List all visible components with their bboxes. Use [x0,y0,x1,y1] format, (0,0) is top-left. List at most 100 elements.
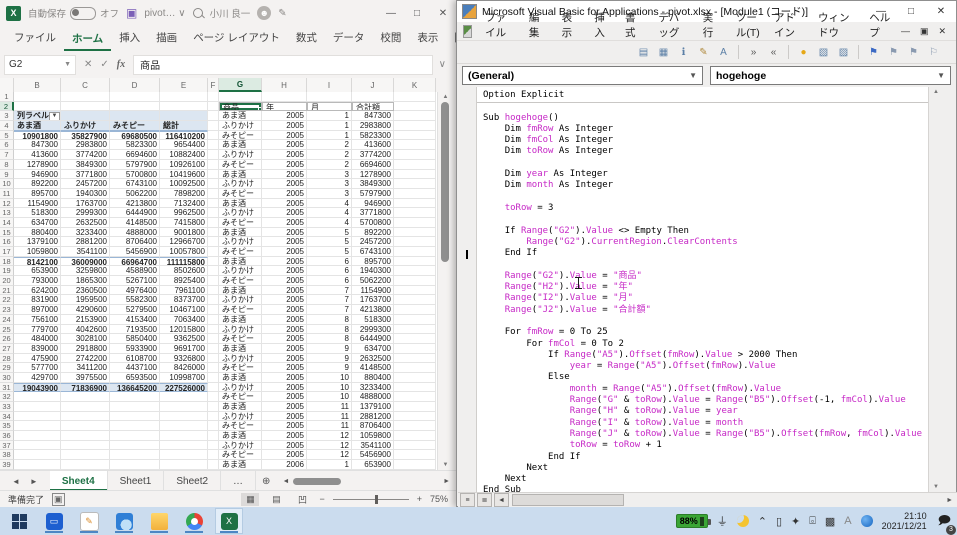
search-icon[interactable] [193,8,203,18]
cell-J9[interactable]: 1278900 [352,170,394,180]
cell-E21[interactable]: 7961100 [160,286,208,296]
cell-I19[interactable]: 6 [307,266,352,276]
excel-vertical-scrollbar[interactable]: ▲ ▼ [437,92,453,470]
code-hscroll-thumb[interactable] [512,494,624,506]
cell-E22[interactable]: 8373700 [160,295,208,305]
cell-F26[interactable] [208,334,219,344]
cell-J29[interactable]: 4148500 [352,363,394,373]
code-scroll-up-icon[interactable]: ▲ [929,89,943,95]
cell-G26[interactable]: みそピー [219,334,262,344]
cell-I34[interactable]: 11 [307,412,352,422]
cell-H22[interactable]: 2005 [262,295,307,305]
cell-D20[interactable]: 5267100 [110,276,160,286]
cell-B14[interactable]: 634700 [14,218,61,228]
cell-J38[interactable]: 5456900 [352,450,394,460]
wallet-icon[interactable]: ⌻ [809,515,816,528]
cell-J21[interactable]: 1154900 [352,286,394,296]
cell-J26[interactable]: 6444900 [352,334,394,344]
row-header-1[interactable]: 1 [0,92,14,102]
cell-F23[interactable] [208,305,219,315]
row-header-27[interactable]: 27 [0,344,14,354]
cell-I22[interactable]: 7 [307,295,352,305]
cell-J25[interactable]: 2999300 [352,325,394,335]
cell-D7[interactable]: 6694600 [110,150,160,160]
row-header-36[interactable]: 36 [0,431,14,441]
cell-D10[interactable]: 6743100 [110,179,160,189]
dropbox-icon[interactable]: ✦ [791,515,800,528]
cell-C20[interactable]: 1865300 [61,276,110,286]
cell-D24[interactable]: 4153400 [110,315,160,325]
code-scroll-down-icon[interactable]: ▼ [929,484,943,490]
cell-C34[interactable] [61,412,110,422]
cell-I1[interactable] [307,92,352,102]
row-header-30[interactable]: 30 [0,373,14,383]
cell-G2[interactable]: 商品 [219,102,262,112]
notification-center-icon[interactable]: 🗩3 [938,511,951,532]
excel-minimize-button[interactable]: — [378,1,404,25]
scroll-up-icon[interactable]: ▲ [438,92,453,102]
insert-function-icon[interactable]: fx [117,59,125,70]
cell-H12[interactable]: 2005 [262,199,307,209]
cell-G10[interactable]: ふりかけ [219,179,262,189]
cell-D23[interactable]: 5279500 [110,305,160,315]
row-header-35[interactable]: 35 [0,421,14,431]
cell-E13[interactable]: 9962500 [160,208,208,218]
cell-J19[interactable]: 1940300 [352,266,394,276]
cell-B4[interactable]: あま酒 [14,121,61,131]
column-header-I[interactable]: I [307,78,352,92]
cell-K26[interactable] [394,334,436,344]
ribbon-tab-データ[interactable]: データ [325,26,373,51]
cell-F37[interactable] [208,441,219,451]
cell-B25[interactable]: 779700 [14,325,61,335]
code-line[interactable] [483,101,929,112]
pivot-filter-icon[interactable]: ▼ [49,112,60,121]
cell-F31[interactable] [208,383,219,393]
cell-I12[interactable]: 4 [307,199,352,209]
cell-B17[interactable]: 1059800 [14,247,61,257]
row-header-4[interactable]: 4 [0,121,14,131]
code-line[interactable]: Next [483,463,929,474]
code-margin[interactable] [458,87,477,492]
code-editor[interactable]: Option Explicit Sub hogehoge() Dim fmRow… [458,87,943,492]
row-header-20[interactable]: 20 [0,276,14,286]
complete-word-icon[interactable]: A [715,44,732,60]
cell-C9[interactable]: 3771800 [61,170,110,180]
column-header-G[interactable]: G [219,78,262,92]
code-line[interactable] [483,158,929,169]
cell-J3[interactable]: 847300 [352,111,394,121]
cell-G12[interactable]: あま酒 [219,199,262,209]
cell-J34[interactable]: 2881200 [352,412,394,422]
cell-E6[interactable]: 9654400 [160,140,208,150]
column-header-E[interactable]: E [160,78,208,92]
row-header-3[interactable]: 3 [0,111,14,121]
code-line[interactable]: Dim month As Integer [483,180,929,191]
cell-K4[interactable] [394,121,436,131]
cell-I39[interactable]: 1 [307,460,352,470]
cell-I24[interactable]: 8 [307,315,352,325]
module-minimize-button[interactable]: — [901,26,910,37]
cell-B1[interactable] [14,92,61,102]
cell-E12[interactable]: 7132400 [160,199,208,209]
cell-C1[interactable] [61,92,110,102]
cell-K38[interactable] [394,450,436,460]
cell-B27[interactable]: 839000 [14,344,61,354]
cell-E38[interactable] [160,450,208,460]
accessibility-icon[interactable]: ▣ [52,493,65,506]
cell-I28[interactable]: 9 [307,354,352,364]
cell-J31[interactable]: 3233400 [352,383,394,393]
cell-C18[interactable]: 36009000 [61,257,110,267]
cell-J39[interactable]: 653900 [352,460,394,470]
ink-pen-icon[interactable]: ✎ [278,8,286,19]
cell-F14[interactable] [208,218,219,228]
cell-G39[interactable]: あま酒 [219,460,262,470]
cell-F24[interactable] [208,315,219,325]
cell-D31[interactable]: 136645200 [110,383,160,393]
cell-E29[interactable]: 8426000 [160,363,208,373]
cell-E10[interactable]: 10092500 [160,179,208,189]
cell-C7[interactable]: 3774200 [61,150,110,160]
cell-K21[interactable] [394,286,436,296]
cell-C11[interactable]: 1940300 [61,189,110,199]
zoom-in-icon[interactable]: + [417,494,422,504]
cell-H38[interactable]: 2005 [262,450,307,460]
cell-K34[interactable] [394,412,436,422]
